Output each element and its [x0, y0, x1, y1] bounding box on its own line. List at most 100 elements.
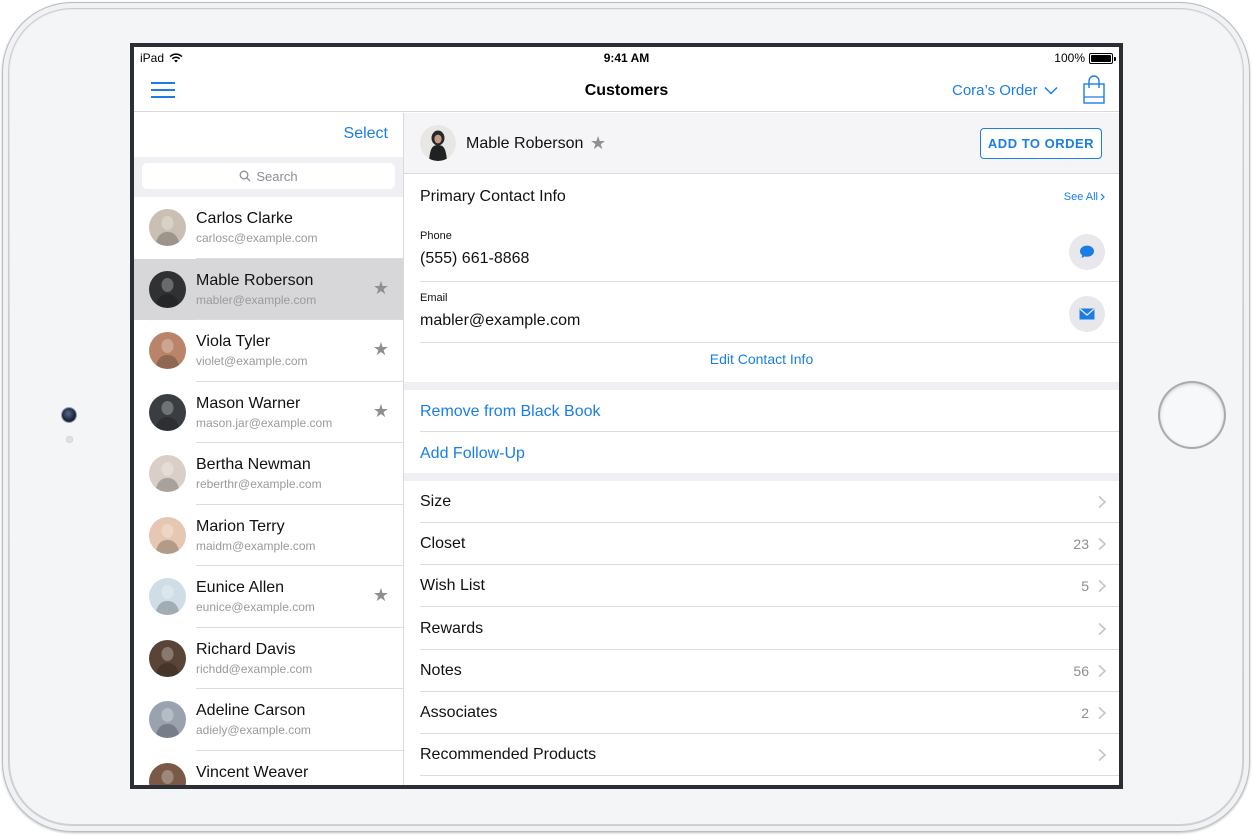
star-icon: ★ — [372, 277, 389, 298]
row-label: Size — [420, 493, 452, 510]
chevron-right-icon — [1100, 193, 1105, 201]
contact-row[interactable]: Marion Terry maidm@example.com — [134, 505, 403, 566]
row-count: 2 — [1081, 705, 1089, 721]
phone-label: Phone — [420, 230, 452, 242]
shopping-bag-icon[interactable] — [1082, 75, 1106, 105]
message-button[interactable] — [1069, 234, 1105, 270]
search-input[interactable]: Search — [142, 163, 395, 189]
row-count: 56 — [1073, 662, 1089, 679]
battery-icon — [1089, 52, 1116, 64]
detail-row-wish-list[interactable]: Wish List 5 — [420, 565, 1119, 608]
star-icon[interactable]: ★ — [590, 134, 606, 152]
contact-email: adiely@example.com — [196, 723, 311, 737]
contact-name: Bertha Newman — [196, 456, 311, 473]
contact-row[interactable]: Viola Tyler violet@example.com ★ — [134, 320, 403, 382]
add-to-order-button[interactable]: ADD TO ORDER — [980, 128, 1102, 159]
divider — [420, 431, 1119, 432]
contact-name: Carlos Clarke — [196, 210, 293, 227]
row-label: Associates — [420, 704, 498, 721]
avatar — [149, 455, 186, 492]
star-icon: ★ — [372, 585, 389, 605]
contact-email: richdd@example.com — [196, 661, 313, 676]
detail-row-size[interactable]: Size — [420, 481, 1119, 523]
contact-email: carlosc@example.com — [196, 231, 318, 245]
row-label: Notes — [420, 661, 462, 679]
contact-row[interactable]: Mason Warner mason.jar@example.com ★ — [134, 382, 403, 443]
contact-list: Carlos Clarke carlosc@example.com Mable Ro… — [134, 197, 403, 785]
add-follow-up-link[interactable]: Add Follow-Up — [420, 445, 525, 463]
contact-name: Mable Roberson — [196, 271, 314, 289]
envelope-icon — [1079, 308, 1095, 320]
contact-row[interactable]: Richard Davis richdd@example.com — [134, 628, 403, 689]
front-camera — [62, 408, 76, 422]
detail-row-associates[interactable]: Associates 2 — [420, 692, 1119, 734]
phone-row: Phone (555) 661-8868 — [420, 220, 1119, 281]
contact-email: maidm@example.com — [196, 538, 316, 553]
contact-email: eunice@example.com — [196, 600, 315, 614]
avatar — [149, 270, 186, 308]
contact-email: mason.jar@example.com — [196, 415, 333, 430]
detail-row-recommended-products[interactable]: Recommended Products — [420, 734, 1119, 777]
chevron-right-icon — [1098, 495, 1107, 509]
customer-list-pane: Select Search Carlos Clarke carlosc@examp… — [134, 113, 404, 785]
battery-percent: 100% — [1054, 51, 1085, 65]
customer-header: Mable Roberson ★ ADD TO ORDER — [404, 113, 1119, 174]
row-label: Closet — [420, 535, 466, 553]
contact-row[interactable]: Bertha Newman reberthr@example.com — [134, 443, 403, 505]
chevron-right-icon — [1098, 664, 1107, 677]
customer-detail-pane: Mable Roberson ★ ADD TO ORDER Primary Co… — [404, 113, 1119, 785]
row-label: Recommended Products — [420, 746, 597, 764]
avatar — [149, 209, 186, 246]
contact-row[interactable]: Eunice Allen eunice@example.com ★ — [134, 566, 403, 628]
contact-row[interactable]: Mable Roberson mabler@example.com ★ — [134, 258, 403, 320]
contact-email: mabler@example.com — [196, 292, 317, 307]
section-spacer — [404, 382, 1119, 390]
contact-row[interactable]: Carlos Clarke carlosc@example.com — [134, 197, 403, 259]
search-icon — [239, 170, 251, 182]
see-all-label: See All — [1063, 191, 1098, 203]
contact-name: Viola Tyler — [196, 333, 271, 350]
chevron-right-icon — [1098, 706, 1107, 720]
email-value[interactable]: mabler@example.com — [420, 312, 580, 330]
select-button[interactable]: Select — [344, 125, 388, 143]
phone-value[interactable]: (555) 661-8868 — [420, 250, 529, 268]
home-button[interactable] — [1160, 383, 1224, 447]
status-time: 9:41 AM — [603, 51, 650, 65]
status-bar: iPad 9:41 AM 100% — [134, 47, 1119, 69]
chevron-right-icon — [1098, 580, 1107, 593]
edit-contact-info-link[interactable]: Edit Contact Info — [404, 351, 1119, 367]
star-icon: ★ — [372, 339, 389, 359]
contact-row[interactable]: Vincent Weaver — [134, 751, 403, 785]
avatar — [149, 332, 186, 369]
detail-row-closet[interactable]: Closet 23 — [420, 523, 1119, 566]
message-bubble-icon — [1080, 245, 1094, 258]
contact-name: Mason Warner — [196, 394, 301, 412]
detail-row-rewards[interactable]: Rewards — [420, 608, 1119, 650]
customer-name: Mable Roberson — [466, 135, 584, 152]
chevron-down-icon — [1044, 86, 1058, 95]
email-label: Email — [420, 292, 448, 304]
avatar — [149, 762, 186, 785]
order-selector[interactable]: Cora’s Order — [952, 82, 1058, 99]
contact-name: Richard Davis — [196, 640, 296, 658]
remove-from-black-book-link[interactable]: Remove from Black Book — [420, 403, 601, 421]
search-bar: Search — [134, 157, 403, 197]
row-count: 5 — [1081, 578, 1089, 595]
chevron-right-icon — [1098, 622, 1107, 635]
contact-row[interactable]: Adeline Carson adiely@example.com — [134, 689, 403, 751]
chevron-right-icon — [1098, 538, 1107, 551]
email-row: Email mabler@example.com — [420, 282, 1119, 343]
section-spacer — [404, 473, 1119, 481]
detail-row-notes[interactable]: Notes 56 — [420, 650, 1119, 692]
row-count: 23 — [1073, 536, 1089, 553]
contact-email: violet@example.com — [196, 354, 308, 368]
avatar — [149, 516, 186, 554]
section-title: Primary Contact Info — [420, 188, 566, 205]
chevron-right-icon — [1098, 749, 1107, 762]
row-label: Rewards — [420, 619, 484, 637]
email-button[interactable] — [1069, 296, 1105, 332]
contact-name: Adeline Carson — [196, 702, 306, 719]
contact-name: Marion Terry — [196, 517, 285, 535]
divider — [420, 342, 1119, 343]
see-all-link[interactable]: See All — [1064, 191, 1105, 203]
